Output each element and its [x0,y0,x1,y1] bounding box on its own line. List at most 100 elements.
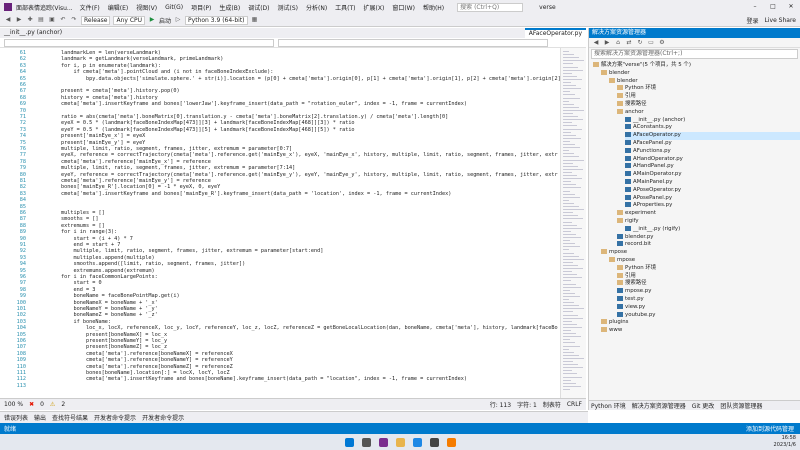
tree-item[interactable]: mpose [609,257,800,265]
menu-build[interactable]: 生成(B) [216,3,243,12]
forward-icon[interactable]: ▶ [603,39,611,47]
line-ending[interactable]: CRLF [567,401,582,408]
refresh-icon[interactable]: ↻ [636,39,644,47]
add-to-source-control[interactable]: 添加到源代码管理 [746,424,794,433]
env-icon[interactable]: ▦ [251,16,259,24]
error-count[interactable]: 0 [40,401,44,408]
collapse-icon[interactable]: ▭ [647,39,655,47]
liveshare-button[interactable]: Live Share [765,17,796,24]
tab-afaceoperator[interactable]: AFaceOperator.py [524,28,586,38]
warning-count[interactable]: 2 [61,401,65,408]
tree-item[interactable]: experiment [617,210,800,218]
tab-error-list[interactable]: 错误列表 [4,413,28,422]
tree-item[interactable]: AMainOperator.py [625,171,800,179]
zoom-level[interactable]: 100 % [4,401,23,408]
menu-extensions[interactable]: 扩展(X) [361,3,388,12]
tree-item[interactable]: test.py [617,296,800,304]
menu-project[interactable]: 项目(P) [188,3,214,12]
visual-studio-icon[interactable] [378,437,388,447]
code-editor[interactable]: 61 landmarkLen = len(verseLandmark) 62 la… [0,48,560,398]
platform-select[interactable]: Any CPU [113,15,146,25]
menu-file[interactable]: 文件(F) [77,3,103,12]
tree-item[interactable]: AConstants.py [625,124,800,132]
tree-item[interactable]: 搜索路径 [617,280,800,288]
tab-dev-prompt-2[interactable]: 开发者命令提示 [142,413,184,422]
tree-item[interactable]: mpose [601,249,800,257]
menu-edit[interactable]: 编辑(E) [105,3,131,12]
tree-item[interactable]: AFacePanel.py [625,140,800,148]
tree-item[interactable]: AProperties.py [625,202,800,210]
close-icon[interactable]: ✕ [782,0,800,14]
settings-icon[interactable]: ⚙ [658,39,666,47]
blender-icon[interactable] [446,437,456,447]
tree-item[interactable]: APoseOperator.py [625,186,800,195]
tab-find-symbol[interactable]: 查找符号结果 [52,413,88,422]
tree-item[interactable]: 解决方案"verse"(5 个项目，共 5 个) [593,62,800,70]
search-icon[interactable] [361,437,371,447]
tab-dev-prompt-1[interactable]: 开发者命令提示 [94,413,136,422]
tree-item[interactable]: mpose.py [617,288,800,296]
tab-solution-explorer[interactable]: 解决方案资源管理器 [632,401,686,410]
save-icon[interactable]: ▣ [48,16,56,24]
tab-output[interactable]: 输出 [34,413,46,422]
forward-icon[interactable]: ▶ [15,16,23,24]
tree-item[interactable]: 搜索路径 [617,101,800,109]
tree-item[interactable]: www [601,327,800,335]
menu-help[interactable]: 帮助(H) [420,3,447,12]
tree-item[interactable]: AFunctions.py [625,147,800,156]
tree-item[interactable]: view.py [617,303,800,312]
tree-item[interactable]: blender.py [617,233,800,242]
login-button[interactable]: 登录 [747,16,759,25]
browser-icon[interactable] [412,437,422,447]
back-icon[interactable]: ◀ [4,16,12,24]
tree-item[interactable]: AHandOperator.py [625,155,800,164]
tree-item[interactable]: Python 环境 [617,264,800,273]
search-input[interactable]: 搜索 (Ctrl+Q) [457,2,524,12]
tree-item[interactable]: AFaceOperator.py [625,132,800,140]
tree-item[interactable]: blender [601,69,800,78]
code-line[interactable]: 113 [0,383,560,389]
tab-git-changes[interactable]: Git 更改 [692,401,715,410]
run-without-debug-icon[interactable]: ▷ [174,16,182,24]
tab-python-env[interactable]: Python 环境 [591,401,626,410]
tree-item[interactable]: AHandPanel.py [625,163,800,171]
file-explorer-icon[interactable] [395,437,405,447]
home-icon[interactable]: ⌂ [614,39,622,47]
menu-analyze[interactable]: 分析(N) [303,3,330,12]
tree-item[interactable]: __init__.py (rigify) [625,225,800,234]
tree-item[interactable]: rigify [617,218,800,226]
tree-item[interactable]: anchor [617,108,800,117]
member-dropdown[interactable] [278,38,548,47]
tree-item[interactable]: 引用 [617,93,800,101]
tree-item[interactable]: __init__.py (anchor) [625,116,800,125]
back-icon[interactable]: ◀ [592,39,600,47]
menu-tools[interactable]: 工具(T) [332,3,358,12]
clock-time[interactable]: 16:58 [782,435,796,442]
menu-git[interactable]: Git(G) [162,4,186,11]
start-icon[interactable]: ▶ [148,16,156,24]
configuration-select[interactable]: Release [81,15,111,25]
interpreter-select[interactable]: Python 3.9 (64-bit) [185,15,248,25]
terminal-icon[interactable] [429,437,439,447]
scope-dropdown[interactable] [4,38,274,47]
new-item-icon[interactable]: ✚ [26,16,34,24]
open-icon[interactable]: ▤ [37,16,45,24]
solution-search-input[interactable]: 搜索解决方案资源管理器(Ctrl+;) [591,49,798,59]
tree-item[interactable]: APosePanel.py [625,194,800,203]
menu-debug[interactable]: 调试(D) [245,3,272,12]
menu-view[interactable]: 视图(V) [133,3,160,12]
start-menu-icon[interactable] [344,437,354,447]
tab-init-anchor[interactable]: __init__.py (anchor) [0,28,66,38]
menu-window[interactable]: 窗口(W) [389,3,418,12]
tab-team-explorer[interactable]: 团队资源管理器 [720,401,762,410]
menu-test[interactable]: 测试(S) [275,3,302,12]
minimap-scrollbar[interactable] [560,48,586,398]
tree-item[interactable]: Python 环境 [617,85,800,93]
indent-mode[interactable]: 制表符 [543,400,561,409]
maximize-icon[interactable]: □ [764,0,782,14]
tree-item[interactable]: record.bit [617,241,800,249]
redo-icon[interactable]: ↷ [70,16,78,24]
minimize-icon[interactable]: – [746,0,764,14]
clock-date[interactable]: 2023/1/6 [774,442,796,449]
sync-icon[interactable]: ⇄ [625,39,633,47]
